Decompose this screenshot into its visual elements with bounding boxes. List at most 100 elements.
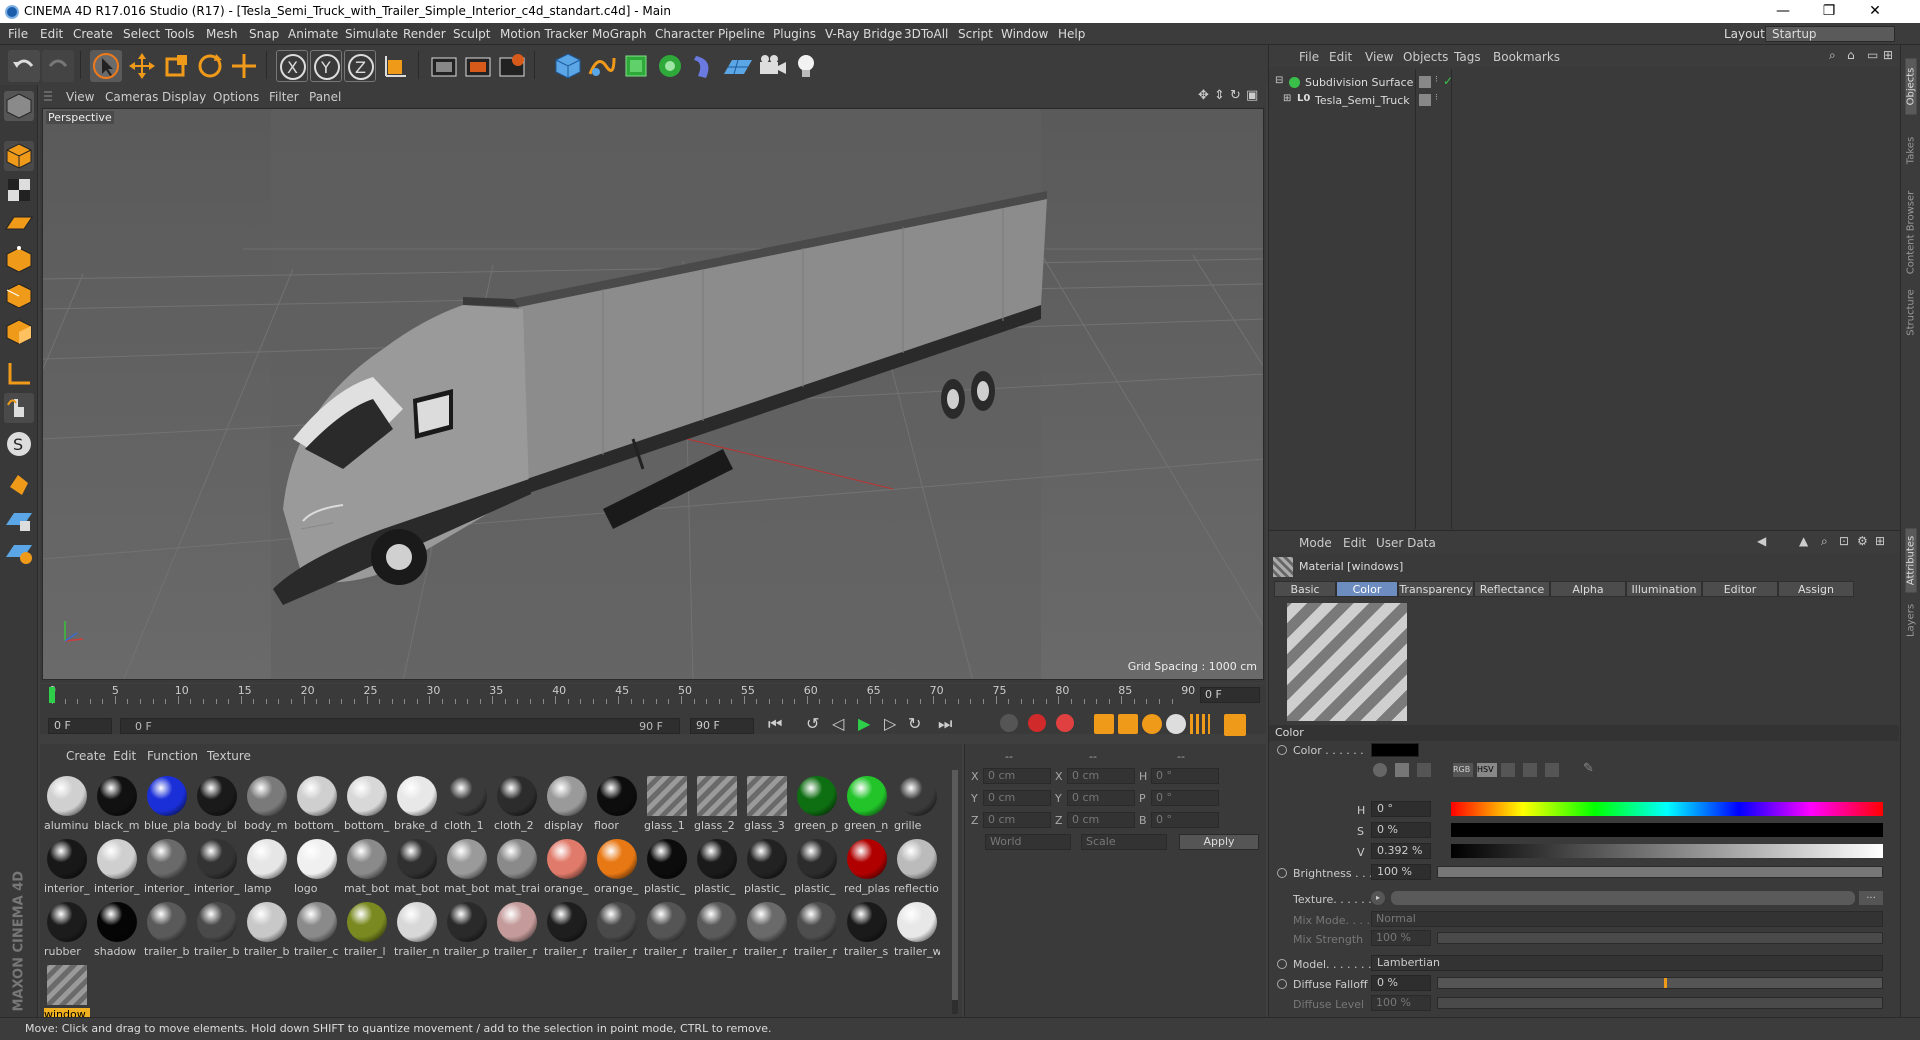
object-new-view-icon[interactable]: ▭ <box>1867 48 1878 62</box>
snap-icon[interactable]: S <box>4 429 34 459</box>
menu-window[interactable]: Window <box>1001 27 1048 41</box>
coord-value-field[interactable]: 0 ° <box>1151 812 1219 828</box>
material-swatch[interactable]: trailer_r <box>744 900 790 960</box>
viewport-menu-display[interactable]: Display <box>162 90 206 104</box>
mix-strength-field[interactable]: 100 % <box>1371 930 1431 946</box>
diffuse-falloff-slider[interactable] <box>1437 977 1883 989</box>
material-swatch[interactable]: cloth_2 <box>494 774 540 834</box>
coord-value-field[interactable]: 0 ° <box>1151 768 1219 784</box>
viewport-menu-view[interactable]: View <box>66 90 94 104</box>
live-selection-icon[interactable] <box>90 50 122 82</box>
start-frame-field[interactable]: 0 F <box>48 718 112 734</box>
key-position-icon[interactable] <box>1094 714 1114 734</box>
material-swatch[interactable]: shadow <box>94 900 140 960</box>
menu-simulate[interactable]: Simulate <box>345 27 398 41</box>
spline-pen-icon[interactable] <box>586 50 618 82</box>
swatches-mode-icon[interactable] <box>1545 763 1559 777</box>
menu-select[interactable]: Select <box>123 27 160 41</box>
render-settings-icon[interactable] <box>496 50 528 82</box>
kelvin-mode-icon[interactable] <box>1501 763 1515 777</box>
points-mode-icon[interactable] <box>4 245 34 275</box>
material-swatch[interactable]: trailer_r <box>594 900 640 960</box>
viewport-zoom-icon[interactable]: ⇕ <box>1214 88 1225 103</box>
material-swatch[interactable]: mat_trai <box>494 837 540 897</box>
material-swatch[interactable]: interior_ <box>194 837 240 897</box>
layout-dropdown[interactable]: Startup <box>1765 26 1895 42</box>
key-pla-icon[interactable] <box>1190 714 1210 734</box>
workplane-mode-icon[interactable] <box>4 209 34 239</box>
side-tab-objects[interactable]: Objects <box>1905 58 1917 115</box>
texture-browse-button[interactable]: ... <box>1859 891 1883 905</box>
material-swatch[interactable]: mat_bot <box>444 837 490 897</box>
material-swatch[interactable]: green_p <box>794 774 840 834</box>
material-menu-create[interactable]: Create <box>66 749 106 763</box>
material-swatch[interactable]: body_m <box>244 774 290 834</box>
menu-mesh[interactable]: Mesh <box>206 27 238 41</box>
material-preview[interactable] <box>1287 603 1407 721</box>
mix-strength-slider[interactable] <box>1437 932 1883 944</box>
side-tab-takes[interactable]: Takes <box>1906 123 1917 179</box>
material-swatch[interactable]: cloth_1 <box>444 774 490 834</box>
viewport-menu-filter[interactable]: Filter <box>269 90 299 104</box>
material-menu-edit[interactable]: Edit <box>113 749 136 763</box>
material-swatch[interactable]: plastic_ <box>744 837 790 897</box>
play-icon[interactable]: ▶ <box>858 714 870 733</box>
make-editable-icon[interactable] <box>4 91 34 121</box>
edges-mode-icon[interactable] <box>4 281 34 311</box>
workplane-lock-icon[interactable] <box>4 505 34 535</box>
object-home-icon[interactable]: ⌂ <box>1847 48 1855 62</box>
diffuse-falloff-anim-dot-icon[interactable] <box>1277 979 1287 989</box>
menu-create[interactable]: Create <box>73 27 113 41</box>
visibility-toggle-icon[interactable] <box>1419 94 1431 106</box>
attribute-search-icon[interactable]: ⌕ <box>1821 534 1828 549</box>
coord-value-field[interactable]: 0 cm <box>983 790 1051 806</box>
current-frame-field[interactable]: 0 F <box>1200 687 1260 703</box>
key-parameter-icon[interactable] <box>1166 714 1186 734</box>
tab-color[interactable]: Color <box>1336 581 1398 597</box>
move-tool-icon[interactable] <box>126 50 158 82</box>
menu-file[interactable]: File <box>8 27 28 41</box>
record-icon[interactable] <box>1000 714 1018 732</box>
end-frame-field[interactable]: 90 F <box>690 718 754 734</box>
menu-help[interactable]: Help <box>1058 27 1085 41</box>
timeline-window-icon[interactable] <box>1224 714 1246 736</box>
keyframe-selection-icon[interactable] <box>1056 714 1074 732</box>
material-swatch[interactable]: bottom_ <box>294 774 340 834</box>
render-view-icon[interactable] <box>428 50 460 82</box>
goto-start-icon[interactable]: ⏮ <box>768 714 782 734</box>
menu-plugins[interactable]: Plugins <box>773 27 816 41</box>
new-attribute-view-icon[interactable]: ⊞ <box>1875 534 1885 548</box>
material-swatch[interactable]: black_m <box>94 774 140 834</box>
expand-icon[interactable]: ⊞ <box>1283 93 1291 104</box>
camera-icon[interactable] <box>756 50 788 82</box>
enabled-check-icon[interactable]: ✓ <box>1443 74 1453 88</box>
coord-value-field[interactable]: 0 ° <box>1151 790 1219 806</box>
menu-mograph[interactable]: MoGraph <box>592 27 647 41</box>
texture-mode-icon[interactable] <box>4 175 34 205</box>
material-swatch[interactable]: green_n <box>844 774 890 834</box>
material-swatch[interactable]: plastic_ <box>694 837 740 897</box>
light-icon[interactable] <box>790 50 822 82</box>
material-swatch[interactable]: reflectio <box>894 837 940 897</box>
menu-vray-bridge[interactable]: V-Ray Bridge <box>825 27 902 41</box>
minimize-button[interactable]: — <box>1760 0 1806 23</box>
material-swatch[interactable]: blue_pla <box>144 774 190 834</box>
collapse-icon[interactable]: ⊟ <box>1275 75 1283 86</box>
up-arrow-icon[interactable]: ▲ <box>1799 534 1808 548</box>
side-tab-layers[interactable]: Layers <box>1906 593 1917 649</box>
brightness-field[interactable]: 100 % <box>1371 864 1431 880</box>
recent-tool-icon[interactable] <box>228 50 260 82</box>
object-menu-view[interactable]: View <box>1365 50 1393 64</box>
color-spectrum-icon[interactable] <box>1395 763 1409 777</box>
deformer-bend-icon[interactable] <box>688 50 720 82</box>
diffuse-level-field[interactable]: 100 % <box>1371 995 1431 1011</box>
viewport-menu-panel[interactable]: Panel <box>309 90 341 104</box>
material-swatch[interactable]: trailer_r <box>644 900 690 960</box>
coord-value-field[interactable]: 0 cm <box>1067 812 1135 828</box>
material-scrollbar[interactable] <box>952 770 958 1014</box>
material-menu-texture[interactable]: Texture <box>207 749 251 763</box>
eyedropper-icon[interactable]: ✎ <box>1583 761 1594 776</box>
texture-slot[interactable] <box>1391 891 1855 905</box>
material-swatch[interactable]: interior_ <box>44 837 90 897</box>
x-axis-lock-icon[interactable]: X <box>276 50 308 82</box>
